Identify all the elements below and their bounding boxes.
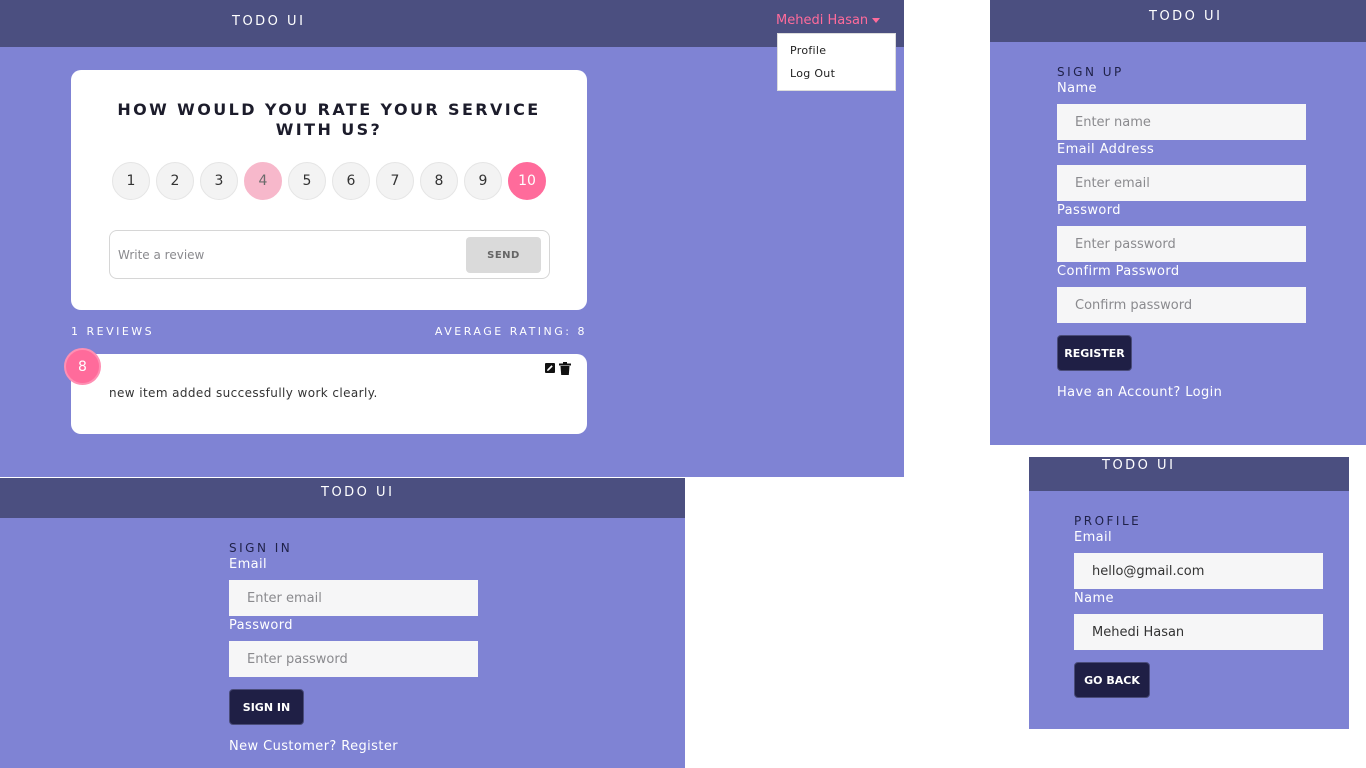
password-label: Password — [229, 618, 293, 633]
profile-title: PROFILE — [1074, 514, 1142, 528]
name-label: Name — [1057, 81, 1097, 96]
user-name: Mehedi Hasan — [776, 13, 869, 28]
profile-panel: TODO UI PROFILE Email Name GO BACK — [1029, 457, 1349, 729]
rating-option-4[interactable]: 4 — [244, 162, 282, 200]
caret-down-icon — [872, 18, 881, 23]
password-input[interactable] — [229, 641, 478, 677]
rating-option-3[interactable]: 3 — [200, 162, 238, 200]
email-input[interactable] — [229, 580, 478, 616]
average-rating: AVERAGE RATING: 8 — [434, 325, 587, 338]
send-button[interactable]: SEND — [466, 237, 541, 273]
brand-logo[interactable]: TODO UI — [1102, 458, 1175, 473]
name-input[interactable] — [1074, 614, 1323, 650]
menu-item-logout[interactable]: Log Out — [790, 67, 835, 80]
rating-panel: TODO UI Mehedi Hasan Profile Log Out HOW… — [0, 0, 904, 477]
user-dropdown-menu: Profile Log Out — [777, 33, 896, 91]
email-input[interactable] — [1057, 165, 1306, 201]
confirm-password-input[interactable] — [1057, 287, 1306, 323]
navbar: TODO UI — [990, 0, 1366, 42]
review-input[interactable] — [118, 237, 458, 272]
signup-title: SIGN UP — [1057, 65, 1124, 79]
review-text: new item added successfully work clearly… — [109, 386, 378, 400]
navbar: TODO UI Mehedi Hasan — [0, 0, 904, 47]
rating-option-6[interactable]: 6 — [332, 162, 370, 200]
email-input[interactable] — [1074, 553, 1323, 589]
rating-option-8[interactable]: 8 — [420, 162, 458, 200]
register-button[interactable]: REGISTER — [1057, 335, 1132, 371]
rating-question: HOW WOULD YOU RATE YOUR SERVICE WITH US? — [117, 100, 541, 139]
trash-icon[interactable] — [559, 362, 571, 375]
password-label: Password — [1057, 203, 1121, 218]
signin-panel: TODO UI SIGN IN Email Password SIGN IN N… — [0, 478, 685, 768]
rating-option-2[interactable]: 2 — [156, 162, 194, 200]
brand-logo[interactable]: TODO UI — [232, 14, 305, 29]
rating-option-5[interactable]: 5 — [288, 162, 326, 200]
menu-item-profile[interactable]: Profile — [790, 44, 826, 57]
user-menu-toggle[interactable]: Mehedi Hasan — [776, 13, 881, 28]
register-link[interactable]: New Customer? Register — [229, 739, 398, 754]
rating-option-9[interactable]: 9 — [464, 162, 502, 200]
password-input[interactable] — [1057, 226, 1306, 262]
name-label: Name — [1074, 591, 1114, 606]
signin-title: SIGN IN — [229, 541, 293, 555]
navbar: TODO UI — [1029, 457, 1349, 491]
rating-option-1[interactable]: 1 — [112, 162, 150, 200]
email-label: Email — [1074, 530, 1113, 545]
name-input[interactable] — [1057, 104, 1306, 140]
review-form: SEND — [109, 230, 550, 279]
signup-panel: TODO UI SIGN UP Name Email Address Passw… — [990, 0, 1366, 445]
email-label: Email — [229, 557, 268, 572]
edit-icon[interactable] — [545, 363, 555, 373]
go-back-button[interactable]: GO BACK — [1074, 662, 1150, 698]
login-link[interactable]: Have an Account? Login — [1057, 385, 1222, 400]
rating-option-7[interactable]: 7 — [376, 162, 414, 200]
signin-button[interactable]: SIGN IN — [229, 689, 304, 725]
rating-card: HOW WOULD YOU RATE YOUR SERVICE WITH US?… — [71, 70, 587, 310]
review-rating-badge: 8 — [64, 348, 101, 385]
email-label: Email Address — [1057, 142, 1155, 157]
confirm-password-label: Confirm Password — [1057, 264, 1180, 279]
review-item: new item added successfully work clearly… — [71, 354, 587, 434]
brand-logo[interactable]: TODO UI — [1149, 9, 1222, 24]
navbar: TODO UI — [0, 478, 685, 518]
rating-option-10[interactable]: 10 — [508, 162, 546, 200]
brand-logo[interactable]: TODO UI — [321, 485, 394, 500]
reviews-count: 1 REVIEWS — [71, 325, 155, 338]
